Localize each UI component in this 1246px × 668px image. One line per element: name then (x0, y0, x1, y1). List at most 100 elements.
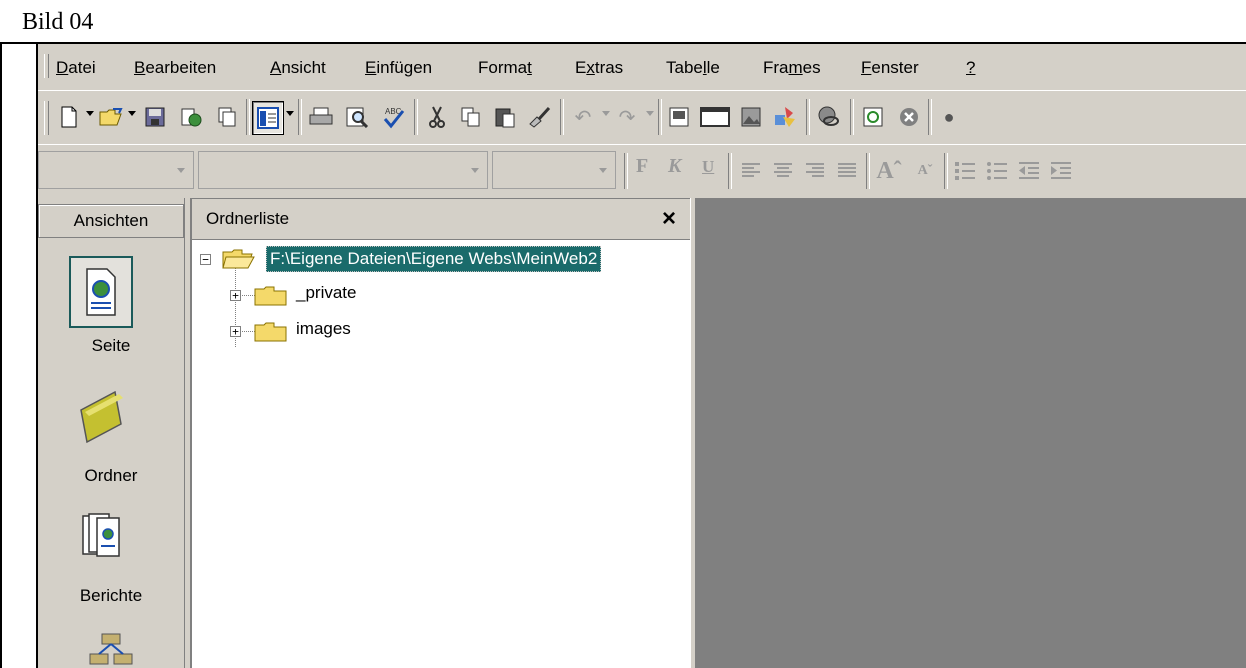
print-button[interactable] (306, 101, 336, 133)
copy-button[interactable] (456, 101, 486, 133)
view-page-icon-box[interactable] (69, 256, 133, 328)
paste-button[interactable] (490, 101, 520, 133)
menu-format[interactable]: Format (478, 58, 532, 78)
view-reports[interactable]: Berichte (38, 498, 184, 618)
save-button[interactable] (140, 101, 170, 133)
navigation-icon (89, 633, 133, 665)
save-icon (145, 107, 165, 127)
chevron-down-icon (177, 167, 185, 173)
bold-button[interactable]: F (636, 155, 648, 178)
undo-button[interactable]: ↶ (568, 101, 598, 133)
justify-button[interactable] (832, 155, 862, 187)
folder-list-toggle-button[interactable] (252, 101, 284, 135)
menu-ansicht[interactable]: Ansicht (270, 58, 326, 78)
font-size-dropdown-button[interactable] (592, 153, 614, 187)
increase-font-icon: Aˆ (876, 157, 902, 184)
decrease-indent-button[interactable] (1014, 155, 1044, 187)
spelling-button[interactable]: ABC (378, 101, 408, 133)
tree-item-images[interactable]: + images (192, 317, 692, 345)
insert-table-button[interactable] (700, 101, 730, 133)
views-dropdown-arrow[interactable] (286, 111, 294, 116)
open-dropdown-arrow[interactable] (128, 111, 136, 116)
view-page[interactable]: Seite (38, 252, 184, 362)
stop-button[interactable] (894, 101, 924, 133)
view-navigation[interactable] (38, 626, 184, 668)
view-reports-icon-box[interactable] (69, 500, 133, 572)
font-dropdown-button[interactable] (464, 153, 486, 187)
align-center-button[interactable] (768, 155, 798, 187)
drawing-button[interactable] (770, 101, 800, 133)
style-dropdown-button[interactable] (170, 153, 192, 187)
view-folders[interactable]: Ordner (38, 378, 184, 498)
tree-item-label[interactable]: _private (296, 283, 356, 303)
publish-icon (181, 108, 202, 127)
decrease-font-size-button[interactable]: Aˇ (910, 155, 940, 187)
decrease-indent-icon (1019, 162, 1039, 179)
redo-button[interactable]: ↷ (612, 101, 642, 133)
chevron-down-icon (471, 167, 479, 173)
menu-einfuegen[interactable]: Einfügen (365, 58, 432, 78)
undo-dropdown-arrow[interactable] (602, 111, 610, 116)
toolbar-separator (414, 99, 418, 135)
chevron-down-icon (599, 167, 607, 173)
reports-icon (82, 513, 120, 557)
increase-indent-button[interactable] (1046, 155, 1076, 187)
open-button[interactable] (96, 101, 126, 133)
style-combobox[interactable] (38, 151, 194, 189)
align-left-button[interactable] (736, 155, 766, 187)
menu-extras[interactable]: Extras (575, 58, 623, 78)
expand-icon[interactable]: + (230, 326, 241, 337)
italic-button[interactable]: K (668, 155, 681, 178)
tree-root-label[interactable]: F:\Eigene Dateien\Eigene Webs\MeinWeb2 (266, 246, 602, 272)
toolbar-grip[interactable] (44, 101, 49, 135)
menubar-grip[interactable] (44, 54, 49, 78)
toolbar-separator (850, 99, 854, 135)
expand-icon[interactable]: + (230, 290, 241, 301)
new-page-button[interactable] (54, 101, 84, 133)
redo-dropdown-arrow[interactable] (646, 111, 654, 116)
bulleted-list-icon (987, 162, 1007, 180)
views-header: Ansichten (38, 204, 184, 238)
numbered-list-button[interactable] (950, 155, 980, 187)
menu-frames[interactable]: Frames (763, 58, 821, 78)
open-folder-icon (222, 249, 255, 269)
menu-datei[interactable]: Datei (56, 58, 96, 78)
align-right-icon (806, 163, 824, 177)
toolbar-separator (806, 99, 810, 135)
tree-item-private[interactable]: + _private (192, 281, 692, 309)
print-icon (309, 107, 333, 125)
tree-root-row[interactable]: − F:\Eigene Dateien\Eigene Webs\MeinWeb2 (192, 245, 692, 273)
figure-caption: Bild 04 (0, 0, 1246, 44)
font-combobox[interactable] (198, 151, 488, 189)
cut-button[interactable] (422, 101, 452, 133)
align-right-button[interactable] (800, 155, 830, 187)
tree-item-label[interactable]: images (296, 319, 351, 339)
copy-web-icon (218, 107, 236, 127)
caption-text: Bild 04 (22, 9, 94, 35)
menu-bearbeiten[interactable]: Bearbeiten (134, 58, 216, 78)
show-all-button[interactable]: ● (934, 101, 964, 133)
increase-font-size-button[interactable]: Aˆ (874, 155, 904, 187)
format-painter-button[interactable] (524, 101, 554, 133)
toolbar-separator (944, 153, 948, 189)
refresh-button[interactable] (858, 101, 888, 133)
insert-picture-button[interactable] (736, 101, 766, 133)
font-size-combobox[interactable] (492, 151, 616, 189)
view-folders-icon-box[interactable] (69, 380, 133, 452)
hyperlink-button[interactable] (814, 101, 844, 133)
close-icon[interactable]: × (662, 205, 676, 233)
new-dropdown-arrow[interactable] (86, 111, 94, 116)
bulleted-list-button[interactable] (982, 155, 1012, 187)
menu-tabelle[interactable]: Tabelle (666, 58, 720, 78)
preview-button[interactable] (342, 101, 372, 133)
collapse-icon[interactable]: − (200, 254, 211, 265)
editor-area[interactable] (696, 198, 1246, 668)
menu-help[interactable]: ? (966, 58, 975, 78)
copy-web-button[interactable] (212, 101, 242, 133)
menu-fenster[interactable]: Fenster (861, 58, 919, 78)
page-icon (86, 268, 116, 316)
folder-icon (254, 286, 287, 306)
publish-button[interactable] (176, 101, 206, 133)
underline-button[interactable]: U (702, 157, 714, 177)
insert-component-button[interactable] (664, 101, 694, 133)
